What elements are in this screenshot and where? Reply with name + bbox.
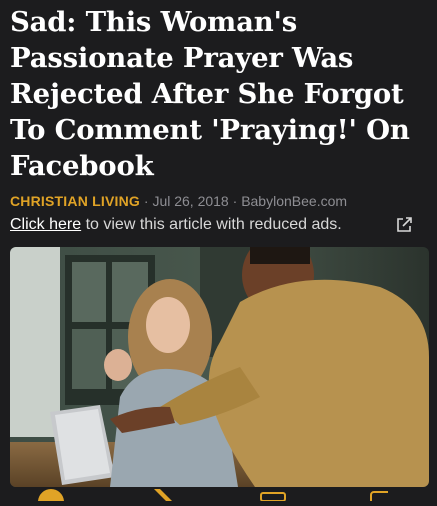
share-icon[interactable] [368,488,394,506]
article-date: Jul 26, 2018 [152,193,229,209]
email-icon[interactable] [260,488,286,506]
external-link-icon[interactable] [395,216,413,239]
facebook-icon[interactable] [38,488,64,506]
article-title: Sad: This Woman's Passionate Prayer Was … [10,6,410,182]
x-icon[interactable] [152,488,174,506]
reduced-ads-notice: Click here to view this article with red… [10,216,427,234]
reduced-ads-text: to view this article with reduced ads. [81,216,342,233]
reduced-ads-link[interactable]: Click here [10,216,81,233]
article-category[interactable]: CHRISTIAN LIVING [10,193,140,209]
article-meta: CHRISTIAN LIVING · Jul 26, 2018 · Babylo… [10,193,347,209]
meta-separator: · [143,193,149,209]
article-photo [10,247,429,487]
share-bar [0,488,437,502]
meta-separator: · [232,193,238,209]
article-source: BabylonBee.com [241,193,348,209]
